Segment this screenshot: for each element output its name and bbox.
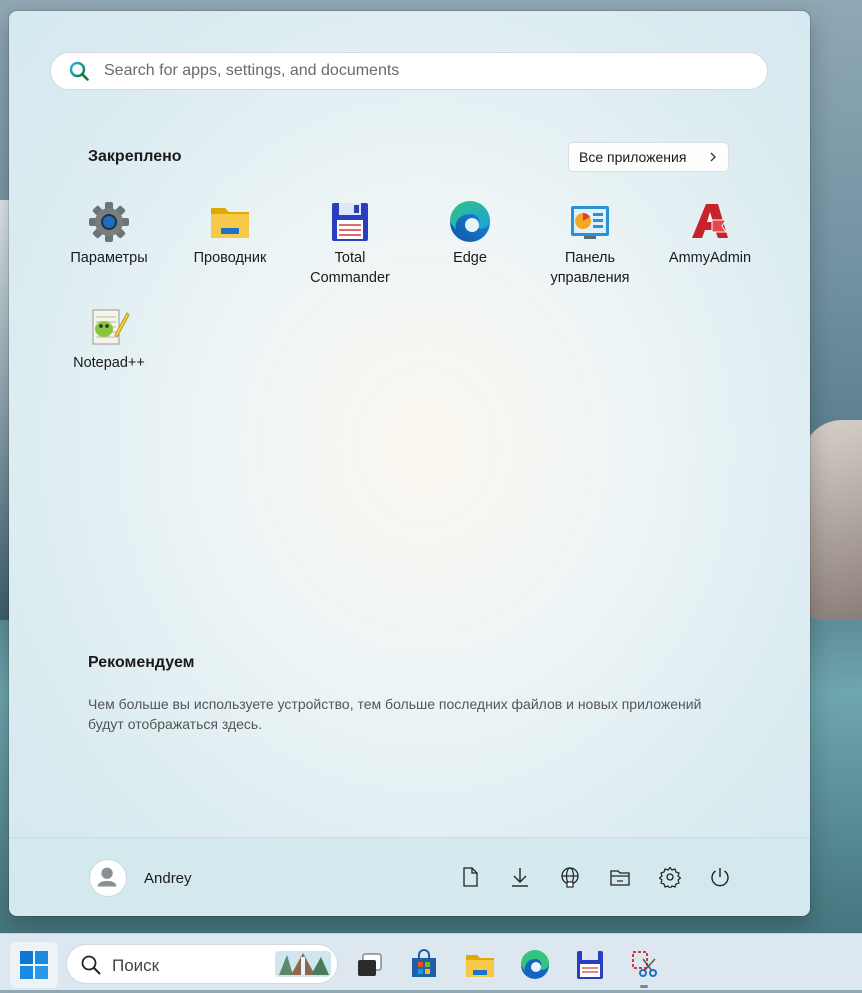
pinned-app-total-commander[interactable]: Total Commander <box>290 200 410 288</box>
running-indicator <box>640 985 648 988</box>
user-avatar[interactable] <box>89 859 127 897</box>
windows-logo-icon <box>20 951 48 979</box>
start-button[interactable] <box>10 942 58 988</box>
pinned-app-settings[interactable]: Параметры <box>49 200 169 268</box>
taskbar-search-label: Поиск <box>112 956 160 975</box>
documents-icon[interactable] <box>459 866 481 888</box>
edge-taskbar-icon[interactable] <box>519 949 551 981</box>
app-label: управления <box>550 270 630 286</box>
app-label: Параметры <box>70 250 148 266</box>
app-label: Панель <box>564 250 616 266</box>
network-icon[interactable] <box>559 866 581 888</box>
file-explorer-taskbar-icon[interactable] <box>464 949 496 981</box>
pinned-app-control-panel[interactable]: Панель управления <box>530 200 650 288</box>
pinned-app-edge[interactable]: Edge <box>410 200 530 268</box>
task-view-icon[interactable] <box>354 949 386 981</box>
search-input[interactable] <box>102 61 706 81</box>
taskbar-search[interactable]: Поиск <box>66 944 338 984</box>
app-label: Commander <box>310 270 390 286</box>
pinned-title: Закреплено <box>88 148 182 165</box>
user-name[interactable]: Andrey <box>144 870 192 887</box>
ammyadmin-icon <box>692 204 728 238</box>
settings-gear-icon[interactable] <box>659 866 681 888</box>
taskbar: Поиск <box>0 933 862 990</box>
power-icon[interactable] <box>709 866 731 888</box>
user-icon <box>97 867 117 887</box>
notepad-plus-plus-icon <box>92 309 130 345</box>
total-commander-taskbar-icon[interactable] <box>574 949 606 981</box>
all-apps-button[interactable]: Все приложения <box>568 142 729 172</box>
search-icon <box>69 61 89 81</box>
app-label: Notepad++ <box>73 355 145 371</box>
folder-icon <box>211 208 249 238</box>
start-search-box[interactable] <box>50 52 768 90</box>
file-explorer-icon[interactable] <box>609 866 631 888</box>
recommended-empty-text: Чем больше вы используете устройство, те… <box>88 696 702 732</box>
control-panel-icon <box>571 206 609 239</box>
pinned-app-notepad-plus-plus[interactable]: Notepad++ <box>49 305 169 373</box>
all-apps-label: Все приложения <box>579 149 687 165</box>
recommended-title: Рекомендуем <box>88 654 195 671</box>
chevron-right-icon <box>710 152 716 162</box>
desktop-background-right <box>802 420 862 620</box>
floppy-disk-icon <box>332 203 368 241</box>
edge-icon <box>449 200 490 242</box>
start-menu: Закреплено Все приложения Параметры Пр <box>9 11 810 916</box>
downloads-icon[interactable] <box>509 866 531 888</box>
app-label: Total <box>334 250 366 266</box>
snipping-tool-icon[interactable] <box>629 949 661 981</box>
app-label: Проводник <box>193 250 267 266</box>
start-footer: Andrey <box>9 837 810 916</box>
microsoft-store-icon[interactable] <box>408 949 440 981</box>
pinned-app-explorer[interactable]: Проводник <box>170 200 290 268</box>
app-label: AmmyAdmin <box>668 250 752 266</box>
search-icon <box>81 955 101 975</box>
app-label: Edge <box>453 250 487 266</box>
pinned-app-ammyadmin[interactable]: AmmyAdmin <box>650 200 770 268</box>
gear-icon <box>89 202 129 242</box>
search-highlight-illustration-icon <box>275 951 331 977</box>
